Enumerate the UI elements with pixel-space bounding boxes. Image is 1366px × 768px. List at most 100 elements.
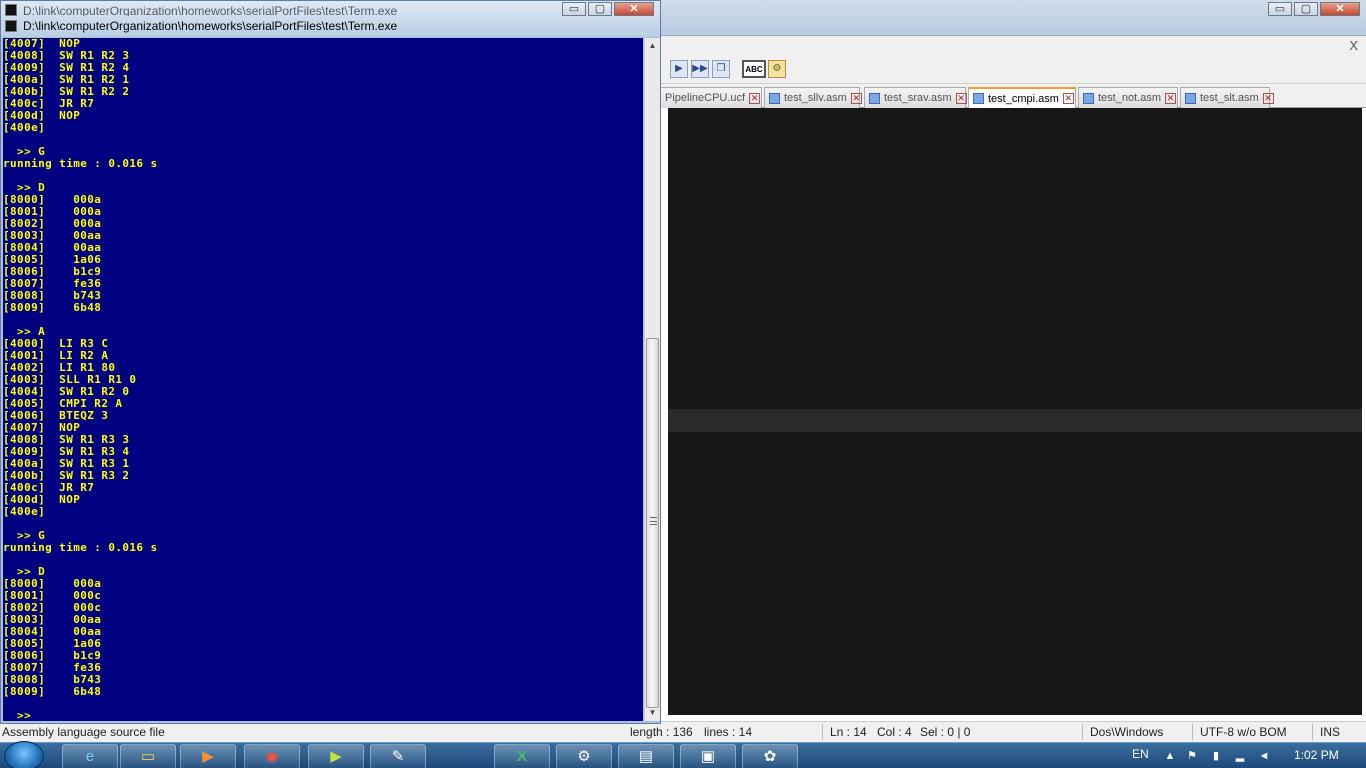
settings-icon[interactable]: ⚙ [768, 60, 786, 78]
editor-tab-bar: PipelineCPU.ucf ✕ test_sllv.asm ✕ test_s… [660, 84, 1366, 108]
console-line: [400b] SW R1 R2 2 [3, 85, 130, 98]
status-divider [1192, 724, 1193, 740]
tab-close-icon[interactable]: ✕ [1262, 92, 1274, 104]
console-window-controls: ▭ ▢ ✕ [562, 2, 654, 16]
file-icon [973, 93, 984, 104]
console-line: [400b] SW R1 R3 2 [3, 469, 130, 482]
console-line: running time : 0.016 s [3, 541, 158, 554]
console-line: [8009] 6b48 [3, 685, 102, 698]
close-document-button[interactable]: X [1349, 38, 1358, 53]
copy-icon[interactable]: ❐ [712, 60, 730, 78]
current-line-highlight [668, 409, 1362, 432]
scroll-down-icon[interactable]: ▼ [645, 705, 660, 721]
status-sel: Sel : 0 | 0 [920, 725, 971, 739]
console-icon [5, 20, 17, 32]
tab-label: PipelineCPU.ucf [665, 92, 746, 104]
editor-toolbar: ▶ ▶▶ ❐ ABC ⚙ [660, 56, 1366, 84]
tab-label: test_srav.asm [884, 92, 952, 104]
tab-close-icon[interactable]: ✕ [1164, 92, 1176, 104]
notepad-icon[interactable]: ✎ [370, 744, 426, 768]
network-icon[interactable]: ▂ [1234, 749, 1246, 763]
chrome-icon[interactable]: ◉ [244, 744, 300, 768]
console-line: [400e] [3, 505, 46, 518]
play-all-icon[interactable]: ▶▶ [691, 60, 709, 78]
tab-test-slt[interactable]: test_slt.asm ✕ [1180, 87, 1274, 108]
notepad-plus-icon[interactable]: ▶ [308, 744, 364, 768]
network-tool-icon[interactable]: ⚙ [556, 744, 612, 768]
window-app-icon[interactable]: ▤ [618, 744, 674, 768]
console-line: [400c] JR R7 [3, 481, 95, 494]
tab-close-icon[interactable]: ✕ [850, 92, 862, 104]
internet-explorer-icon[interactable]: e [62, 744, 118, 768]
console-line: [400c] JR R7 [3, 97, 95, 110]
status-divider [1082, 724, 1083, 740]
file-explorer-icon[interactable]: ▭ [120, 744, 176, 768]
editor-minimize-button[interactable]: ▭ [1268, 2, 1292, 16]
console-line: [400e] [3, 121, 46, 134]
console-maximize-button[interactable]: ▢ [588, 2, 612, 16]
status-length: length : 136 [630, 725, 693, 739]
console-title-back: D:\link\computerOrganization\homeworks\s… [23, 4, 398, 16]
tab-test-sllv[interactable]: test_sllv.asm ✕ [764, 87, 862, 108]
tab-test-cmpi[interactable]: test_cmpi.asm ✕ [968, 87, 1076, 108]
console-line: [8009] 6b48 [3, 301, 102, 314]
status-col: Col : 4 [877, 725, 912, 739]
tab-close-icon[interactable]: ✕ [955, 92, 967, 104]
scroll-thumb[interactable] [646, 338, 659, 708]
tab-pipelinecpu-ucf[interactable]: PipelineCPU.ucf ✕ [660, 87, 762, 108]
play-icon[interactable]: ▶ [670, 60, 688, 78]
editor-titlebar[interactable]: ▭ ▢ ✕ [660, 0, 1366, 36]
start-button[interactable] [4, 741, 44, 768]
status-ln: Ln : 14 [830, 725, 867, 739]
tab-label: test_cmpi.asm [988, 92, 1059, 105]
file-icon [1083, 92, 1094, 104]
console-line: [400d] NOP [3, 493, 81, 506]
tab-label: test_not.asm [1098, 92, 1161, 104]
tab-test-not[interactable]: test_not.asm ✕ [1078, 87, 1178, 108]
editor-text-area[interactable] [668, 108, 1362, 715]
media-player-icon[interactable]: ▶ [180, 744, 236, 768]
console-close-button[interactable]: ✕ [614, 2, 654, 16]
tab-label: test_slt.asm [1200, 92, 1259, 104]
console-title: D:\link\computerOrganization\homeworks\s… [23, 19, 398, 33]
volume-icon[interactable]: ◄ [1258, 749, 1270, 763]
console-output[interactable]: [4007] NOP [4008] SW R1 R2 3 [4009] SW R1 … [3, 38, 643, 721]
console-line: >> [3, 709, 32, 722]
status-lines: lines : 14 [704, 725, 753, 739]
console-line: [400d] NOP [3, 109, 81, 122]
status-divider [1312, 724, 1313, 740]
scroll-up-icon[interactable]: ▲ [645, 38, 660, 54]
tab-test-srav[interactable]: test_srav.asm ✕ [864, 87, 967, 108]
editor-statusbar: Assembly language source file length : 1… [0, 721, 1366, 742]
console-line: running time : 0.016 s [3, 157, 158, 170]
language-indicator[interactable]: EN [1132, 747, 1149, 761]
console-window: D:\link\computerOrganization\homeworks\s… [0, 0, 661, 724]
console-scrollbar[interactable]: ▲ ▼ [644, 38, 660, 721]
console-minimize-button[interactable]: ▭ [562, 2, 586, 16]
remote-desktop-icon[interactable]: ▣ [680, 744, 736, 768]
device-icon[interactable]: ▮ [1210, 749, 1222, 763]
spellcheck-icon[interactable]: ABC [742, 60, 766, 78]
console-icon [5, 4, 17, 16]
editor-maximize-button[interactable]: ▢ [1294, 2, 1318, 16]
tab-close-icon[interactable]: ✕ [749, 92, 761, 104]
show-hidden-icons-icon[interactable]: ▲ [1164, 749, 1176, 763]
editor-close-button[interactable]: ✕ [1320, 2, 1360, 16]
file-icon [769, 92, 780, 104]
file-icon [869, 92, 880, 104]
clock-time[interactable]: 1:02 PM [1294, 748, 1339, 762]
console-line: [4006] BTEQZ 3 [3, 409, 109, 422]
status-mode: INS [1320, 725, 1341, 739]
file-icon [1185, 92, 1196, 104]
tab-close-icon[interactable]: ✕ [1062, 93, 1074, 104]
excel-icon[interactable]: X [494, 744, 550, 768]
paint-icon[interactable]: ✿ [742, 744, 798, 768]
console-titlebar[interactable]: D:\link\computerOrganization\homeworks\s… [1, 1, 660, 37]
status-divider [822, 724, 823, 740]
flag-icon[interactable]: ⚑ [1186, 749, 1198, 763]
